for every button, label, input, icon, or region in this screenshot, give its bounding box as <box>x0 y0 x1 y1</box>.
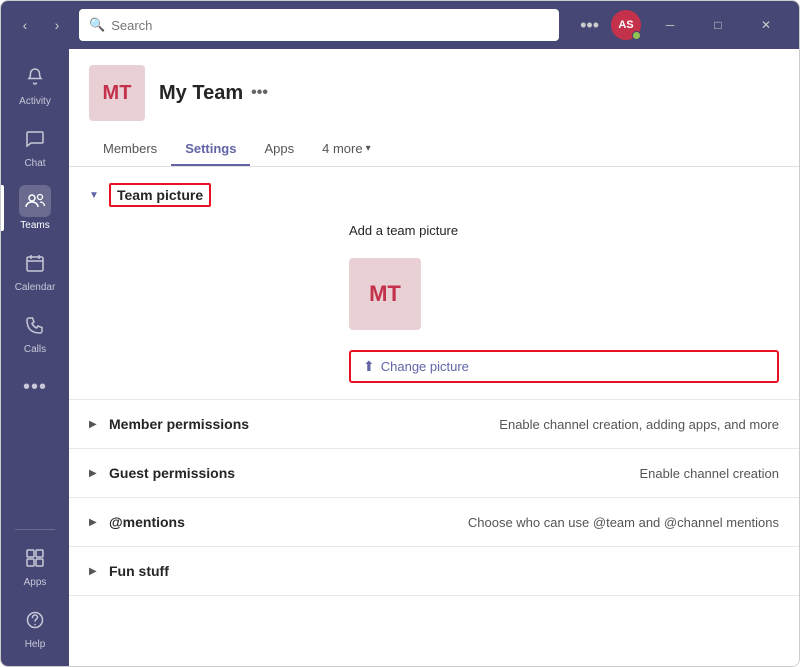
app-window: ‹ › 🔍 ••• AS ─ □ ✕ <box>0 0 800 667</box>
close-button[interactable]: ✕ <box>743 10 789 40</box>
guest-permissions-description: Enable channel creation <box>640 466 780 481</box>
sidebar-item-apps[interactable]: Apps <box>1 534 69 596</box>
section-mentions: ▶ @mentions Choose who can use @team and… <box>69 498 799 547</box>
sidebar-item-calendar-label: Calendar <box>15 282 56 293</box>
search-bar: 🔍 <box>79 9 559 41</box>
sidebar-bottom: Apps Help <box>1 525 69 666</box>
tabs: Members Settings Apps 4 more ▾ <box>89 133 779 166</box>
maximize-button[interactable]: □ <box>695 10 741 40</box>
sidebar-item-more[interactable]: ••• <box>1 363 69 411</box>
team-name: My Team ••• <box>159 82 268 105</box>
forward-button[interactable]: › <box>43 11 71 39</box>
sidebar-item-teams-label: Teams <box>20 220 49 231</box>
sidebar-item-activity[interactable]: Activity <box>1 53 69 115</box>
sidebar: Activity Chat <box>1 49 69 666</box>
title-bar-actions: ••• AS ─ □ ✕ <box>574 10 789 40</box>
sidebar-item-activity-label: Activity <box>19 96 51 107</box>
sidebar-item-calls-label: Calls <box>24 344 46 355</box>
expand-icon: ▶ <box>89 419 101 430</box>
section-fun-stuff-title: Fun stuff <box>109 563 169 579</box>
nav-controls: ‹ › <box>11 11 71 39</box>
title-bar: ‹ › 🔍 ••• AS ─ □ ✕ <box>1 1 799 49</box>
section-mentions-title: @mentions <box>109 514 185 530</box>
section-team-picture-content: Add a team picture MT ⬆ Change picture <box>69 223 799 399</box>
apps-icon <box>19 542 51 574</box>
team-header: MT My Team ••• Members Settings Apps 4 m… <box>69 49 799 167</box>
picture-preview: MT <box>349 258 421 330</box>
team-picture-row: Add a team picture MT ⬆ Change picture <box>89 223 779 383</box>
expand-icon: ▶ <box>89 566 101 577</box>
section-member-permissions-header[interactable]: ▶ Member permissions Enable channel crea… <box>69 400 799 448</box>
sidebar-item-chat[interactable]: Chat <box>1 115 69 177</box>
sidebar-item-help[interactable]: Help <box>1 596 69 658</box>
sidebar-item-calendar[interactable]: Calendar <box>1 239 69 301</box>
sidebar-item-calls[interactable]: Calls <box>1 301 69 363</box>
section-team-picture-header[interactable]: ▼ Team picture <box>69 167 799 223</box>
settings-panel: ▼ Team picture Add a team picture MT <box>69 167 799 666</box>
help-icon <box>19 604 51 636</box>
team-options-button[interactable]: ••• <box>251 84 268 102</box>
sidebar-item-help-label: Help <box>25 639 46 650</box>
section-member-permissions: ▶ Member permissions Enable channel crea… <box>69 400 799 449</box>
section-member-permissions-title: Member permissions <box>109 416 249 432</box>
section-team-picture-title: Team picture <box>109 183 211 207</box>
chevron-down-icon: ▾ <box>366 143 371 154</box>
tab-apps[interactable]: Apps <box>250 133 308 166</box>
window-controls: ─ □ ✕ <box>647 10 789 40</box>
expand-icon: ▶ <box>89 517 101 528</box>
section-guest-permissions-title: Guest permissions <box>109 465 235 481</box>
minimize-button[interactable]: ─ <box>647 10 693 40</box>
content-area: MT My Team ••• Members Settings Apps 4 m… <box>69 49 799 666</box>
search-icon: 🔍 <box>89 17 105 33</box>
team-avatar: MT <box>89 65 145 121</box>
avatar[interactable]: AS <box>611 10 641 40</box>
team-picture-value-col: Add a team picture MT ⬆ Change picture <box>349 223 779 383</box>
section-guest-permissions: ▶ Guest permissions Enable channel creat… <box>69 449 799 498</box>
sidebar-item-teams[interactable]: Teams <box>1 177 69 239</box>
expand-icon: ▶ <box>89 468 101 479</box>
sidebar-item-apps-label: Apps <box>24 577 47 588</box>
more-options-button[interactable]: ••• <box>574 11 605 40</box>
tab-members[interactable]: Members <box>89 133 171 166</box>
upload-icon: ⬆ <box>363 358 375 375</box>
more-icon: ••• <box>19 371 51 403</box>
team-info: MT My Team ••• <box>89 65 779 121</box>
teams-icon <box>19 185 51 217</box>
chat-icon <box>19 123 51 155</box>
section-mentions-header[interactable]: ▶ @mentions Choose who can use @team and… <box>69 498 799 546</box>
member-permissions-description: Enable channel creation, adding apps, an… <box>499 417 779 432</box>
activity-icon <box>19 61 51 93</box>
section-fun-stuff-header[interactable]: ▶ Fun stuff <box>69 547 799 595</box>
tab-more[interactable]: 4 more ▾ <box>308 133 385 166</box>
add-team-picture-label: Add a team picture <box>349 223 779 238</box>
back-button[interactable]: ‹ <box>11 11 39 39</box>
tab-settings[interactable]: Settings <box>171 133 250 166</box>
section-fun-stuff: ▶ Fun stuff <box>69 547 799 596</box>
expand-icon: ▼ <box>89 190 101 201</box>
mentions-description: Choose who can use @team and @channel me… <box>468 515 779 530</box>
section-team-picture: ▼ Team picture Add a team picture MT <box>69 167 799 400</box>
search-input[interactable] <box>111 18 549 33</box>
sidebar-divider <box>15 529 56 530</box>
calls-icon <box>19 309 51 341</box>
sidebar-item-chat-label: Chat <box>24 158 45 169</box>
calendar-icon <box>19 247 51 279</box>
status-badge <box>632 31 641 40</box>
section-guest-permissions-header[interactable]: ▶ Guest permissions Enable channel creat… <box>69 449 799 497</box>
main-area: Activity Chat <box>1 49 799 666</box>
change-picture-button[interactable]: ⬆ Change picture <box>349 350 779 383</box>
team-picture-label-col <box>89 223 329 383</box>
